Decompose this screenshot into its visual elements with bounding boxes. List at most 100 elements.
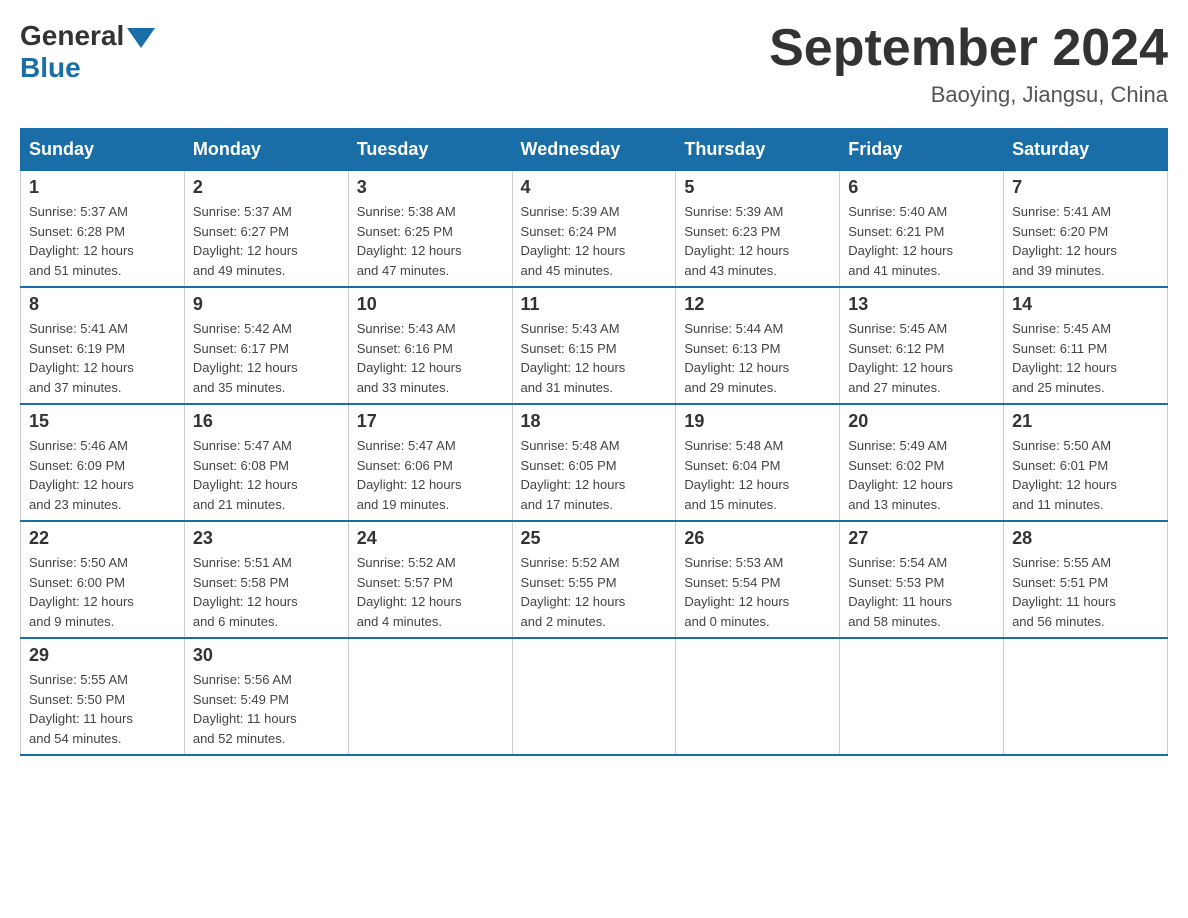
day-info: Sunrise: 5:39 AMSunset: 6:24 PMDaylight:…	[521, 202, 668, 280]
day-number: 24	[357, 528, 504, 549]
table-row: 30 Sunrise: 5:56 AMSunset: 5:49 PMDaylig…	[184, 638, 348, 755]
day-number: 21	[1012, 411, 1159, 432]
day-info: Sunrise: 5:46 AMSunset: 6:09 PMDaylight:…	[29, 436, 176, 514]
calendar-header-row: Sunday Monday Tuesday Wednesday Thursday…	[21, 129, 1168, 171]
table-row: 17 Sunrise: 5:47 AMSunset: 6:06 PMDaylig…	[348, 404, 512, 521]
day-number: 26	[684, 528, 831, 549]
day-info: Sunrise: 5:44 AMSunset: 6:13 PMDaylight:…	[684, 319, 831, 397]
logo: General Blue	[20, 20, 158, 84]
day-info: Sunrise: 5:52 AMSunset: 5:55 PMDaylight:…	[521, 553, 668, 631]
day-number: 4	[521, 177, 668, 198]
table-row: 13 Sunrise: 5:45 AMSunset: 6:12 PMDaylig…	[840, 287, 1004, 404]
day-info: Sunrise: 5:49 AMSunset: 6:02 PMDaylight:…	[848, 436, 995, 514]
day-info: Sunrise: 5:47 AMSunset: 6:06 PMDaylight:…	[357, 436, 504, 514]
day-info: Sunrise: 5:43 AMSunset: 6:16 PMDaylight:…	[357, 319, 504, 397]
header-tuesday: Tuesday	[348, 129, 512, 171]
calendar-week-row: 1 Sunrise: 5:37 AMSunset: 6:28 PMDayligh…	[21, 171, 1168, 288]
day-info: Sunrise: 5:47 AMSunset: 6:08 PMDaylight:…	[193, 436, 340, 514]
table-row	[840, 638, 1004, 755]
day-number: 8	[29, 294, 176, 315]
logo-general-text: General	[20, 20, 124, 52]
day-info: Sunrise: 5:42 AMSunset: 6:17 PMDaylight:…	[193, 319, 340, 397]
day-info: Sunrise: 5:40 AMSunset: 6:21 PMDaylight:…	[848, 202, 995, 280]
table-row: 8 Sunrise: 5:41 AMSunset: 6:19 PMDayligh…	[21, 287, 185, 404]
header-thursday: Thursday	[676, 129, 840, 171]
day-number: 17	[357, 411, 504, 432]
day-number: 13	[848, 294, 995, 315]
day-info: Sunrise: 5:37 AMSunset: 6:27 PMDaylight:…	[193, 202, 340, 280]
table-row: 29 Sunrise: 5:55 AMSunset: 5:50 PMDaylig…	[21, 638, 185, 755]
day-info: Sunrise: 5:37 AMSunset: 6:28 PMDaylight:…	[29, 202, 176, 280]
table-row: 18 Sunrise: 5:48 AMSunset: 6:05 PMDaylig…	[512, 404, 676, 521]
day-number: 20	[848, 411, 995, 432]
day-number: 10	[357, 294, 504, 315]
table-row: 4 Sunrise: 5:39 AMSunset: 6:24 PMDayligh…	[512, 171, 676, 288]
day-info: Sunrise: 5:52 AMSunset: 5:57 PMDaylight:…	[357, 553, 504, 631]
calendar-table: Sunday Monday Tuesday Wednesday Thursday…	[20, 128, 1168, 756]
table-row: 28 Sunrise: 5:55 AMSunset: 5:51 PMDaylig…	[1004, 521, 1168, 638]
calendar-week-row: 22 Sunrise: 5:50 AMSunset: 6:00 PMDaylig…	[21, 521, 1168, 638]
table-row: 3 Sunrise: 5:38 AMSunset: 6:25 PMDayligh…	[348, 171, 512, 288]
day-info: Sunrise: 5:53 AMSunset: 5:54 PMDaylight:…	[684, 553, 831, 631]
table-row: 9 Sunrise: 5:42 AMSunset: 6:17 PMDayligh…	[184, 287, 348, 404]
day-number: 14	[1012, 294, 1159, 315]
table-row	[512, 638, 676, 755]
day-info: Sunrise: 5:48 AMSunset: 6:04 PMDaylight:…	[684, 436, 831, 514]
table-row: 14 Sunrise: 5:45 AMSunset: 6:11 PMDaylig…	[1004, 287, 1168, 404]
day-info: Sunrise: 5:51 AMSunset: 5:58 PMDaylight:…	[193, 553, 340, 631]
calendar-title: September 2024	[769, 20, 1168, 77]
table-row: 26 Sunrise: 5:53 AMSunset: 5:54 PMDaylig…	[676, 521, 840, 638]
day-number: 1	[29, 177, 176, 198]
title-block: September 2024 Baoying, Jiangsu, China	[769, 20, 1168, 108]
calendar-week-row: 8 Sunrise: 5:41 AMSunset: 6:19 PMDayligh…	[21, 287, 1168, 404]
table-row	[1004, 638, 1168, 755]
day-number: 28	[1012, 528, 1159, 549]
table-row: 11 Sunrise: 5:43 AMSunset: 6:15 PMDaylig…	[512, 287, 676, 404]
calendar-subtitle: Baoying, Jiangsu, China	[769, 82, 1168, 108]
table-row: 20 Sunrise: 5:49 AMSunset: 6:02 PMDaylig…	[840, 404, 1004, 521]
table-row: 12 Sunrise: 5:44 AMSunset: 6:13 PMDaylig…	[676, 287, 840, 404]
day-info: Sunrise: 5:43 AMSunset: 6:15 PMDaylight:…	[521, 319, 668, 397]
calendar-week-row: 15 Sunrise: 5:46 AMSunset: 6:09 PMDaylig…	[21, 404, 1168, 521]
header-sunday: Sunday	[21, 129, 185, 171]
day-number: 5	[684, 177, 831, 198]
day-number: 6	[848, 177, 995, 198]
day-number: 25	[521, 528, 668, 549]
day-number: 7	[1012, 177, 1159, 198]
table-row: 21 Sunrise: 5:50 AMSunset: 6:01 PMDaylig…	[1004, 404, 1168, 521]
day-number: 2	[193, 177, 340, 198]
table-row: 24 Sunrise: 5:52 AMSunset: 5:57 PMDaylig…	[348, 521, 512, 638]
logo-blue-text: Blue	[20, 52, 81, 84]
header-friday: Friday	[840, 129, 1004, 171]
logo-triangle-icon	[127, 28, 155, 48]
day-number: 19	[684, 411, 831, 432]
header-saturday: Saturday	[1004, 129, 1168, 171]
day-info: Sunrise: 5:55 AMSunset: 5:51 PMDaylight:…	[1012, 553, 1159, 631]
day-info: Sunrise: 5:38 AMSunset: 6:25 PMDaylight:…	[357, 202, 504, 280]
table-row: 2 Sunrise: 5:37 AMSunset: 6:27 PMDayligh…	[184, 171, 348, 288]
day-number: 11	[521, 294, 668, 315]
day-number: 27	[848, 528, 995, 549]
table-row: 22 Sunrise: 5:50 AMSunset: 6:00 PMDaylig…	[21, 521, 185, 638]
day-number: 23	[193, 528, 340, 549]
day-number: 22	[29, 528, 176, 549]
table-row: 27 Sunrise: 5:54 AMSunset: 5:53 PMDaylig…	[840, 521, 1004, 638]
day-number: 16	[193, 411, 340, 432]
day-number: 12	[684, 294, 831, 315]
table-row	[348, 638, 512, 755]
day-info: Sunrise: 5:41 AMSunset: 6:19 PMDaylight:…	[29, 319, 176, 397]
table-row: 6 Sunrise: 5:40 AMSunset: 6:21 PMDayligh…	[840, 171, 1004, 288]
day-number: 3	[357, 177, 504, 198]
calendar-week-row: 29 Sunrise: 5:55 AMSunset: 5:50 PMDaylig…	[21, 638, 1168, 755]
day-info: Sunrise: 5:48 AMSunset: 6:05 PMDaylight:…	[521, 436, 668, 514]
day-info: Sunrise: 5:50 AMSunset: 6:00 PMDaylight:…	[29, 553, 176, 631]
day-number: 29	[29, 645, 176, 666]
table-row: 19 Sunrise: 5:48 AMSunset: 6:04 PMDaylig…	[676, 404, 840, 521]
table-row: 1 Sunrise: 5:37 AMSunset: 6:28 PMDayligh…	[21, 171, 185, 288]
day-number: 30	[193, 645, 340, 666]
day-info: Sunrise: 5:39 AMSunset: 6:23 PMDaylight:…	[684, 202, 831, 280]
day-info: Sunrise: 5:45 AMSunset: 6:11 PMDaylight:…	[1012, 319, 1159, 397]
header-wednesday: Wednesday	[512, 129, 676, 171]
day-info: Sunrise: 5:56 AMSunset: 5:49 PMDaylight:…	[193, 670, 340, 748]
table-row: 16 Sunrise: 5:47 AMSunset: 6:08 PMDaylig…	[184, 404, 348, 521]
